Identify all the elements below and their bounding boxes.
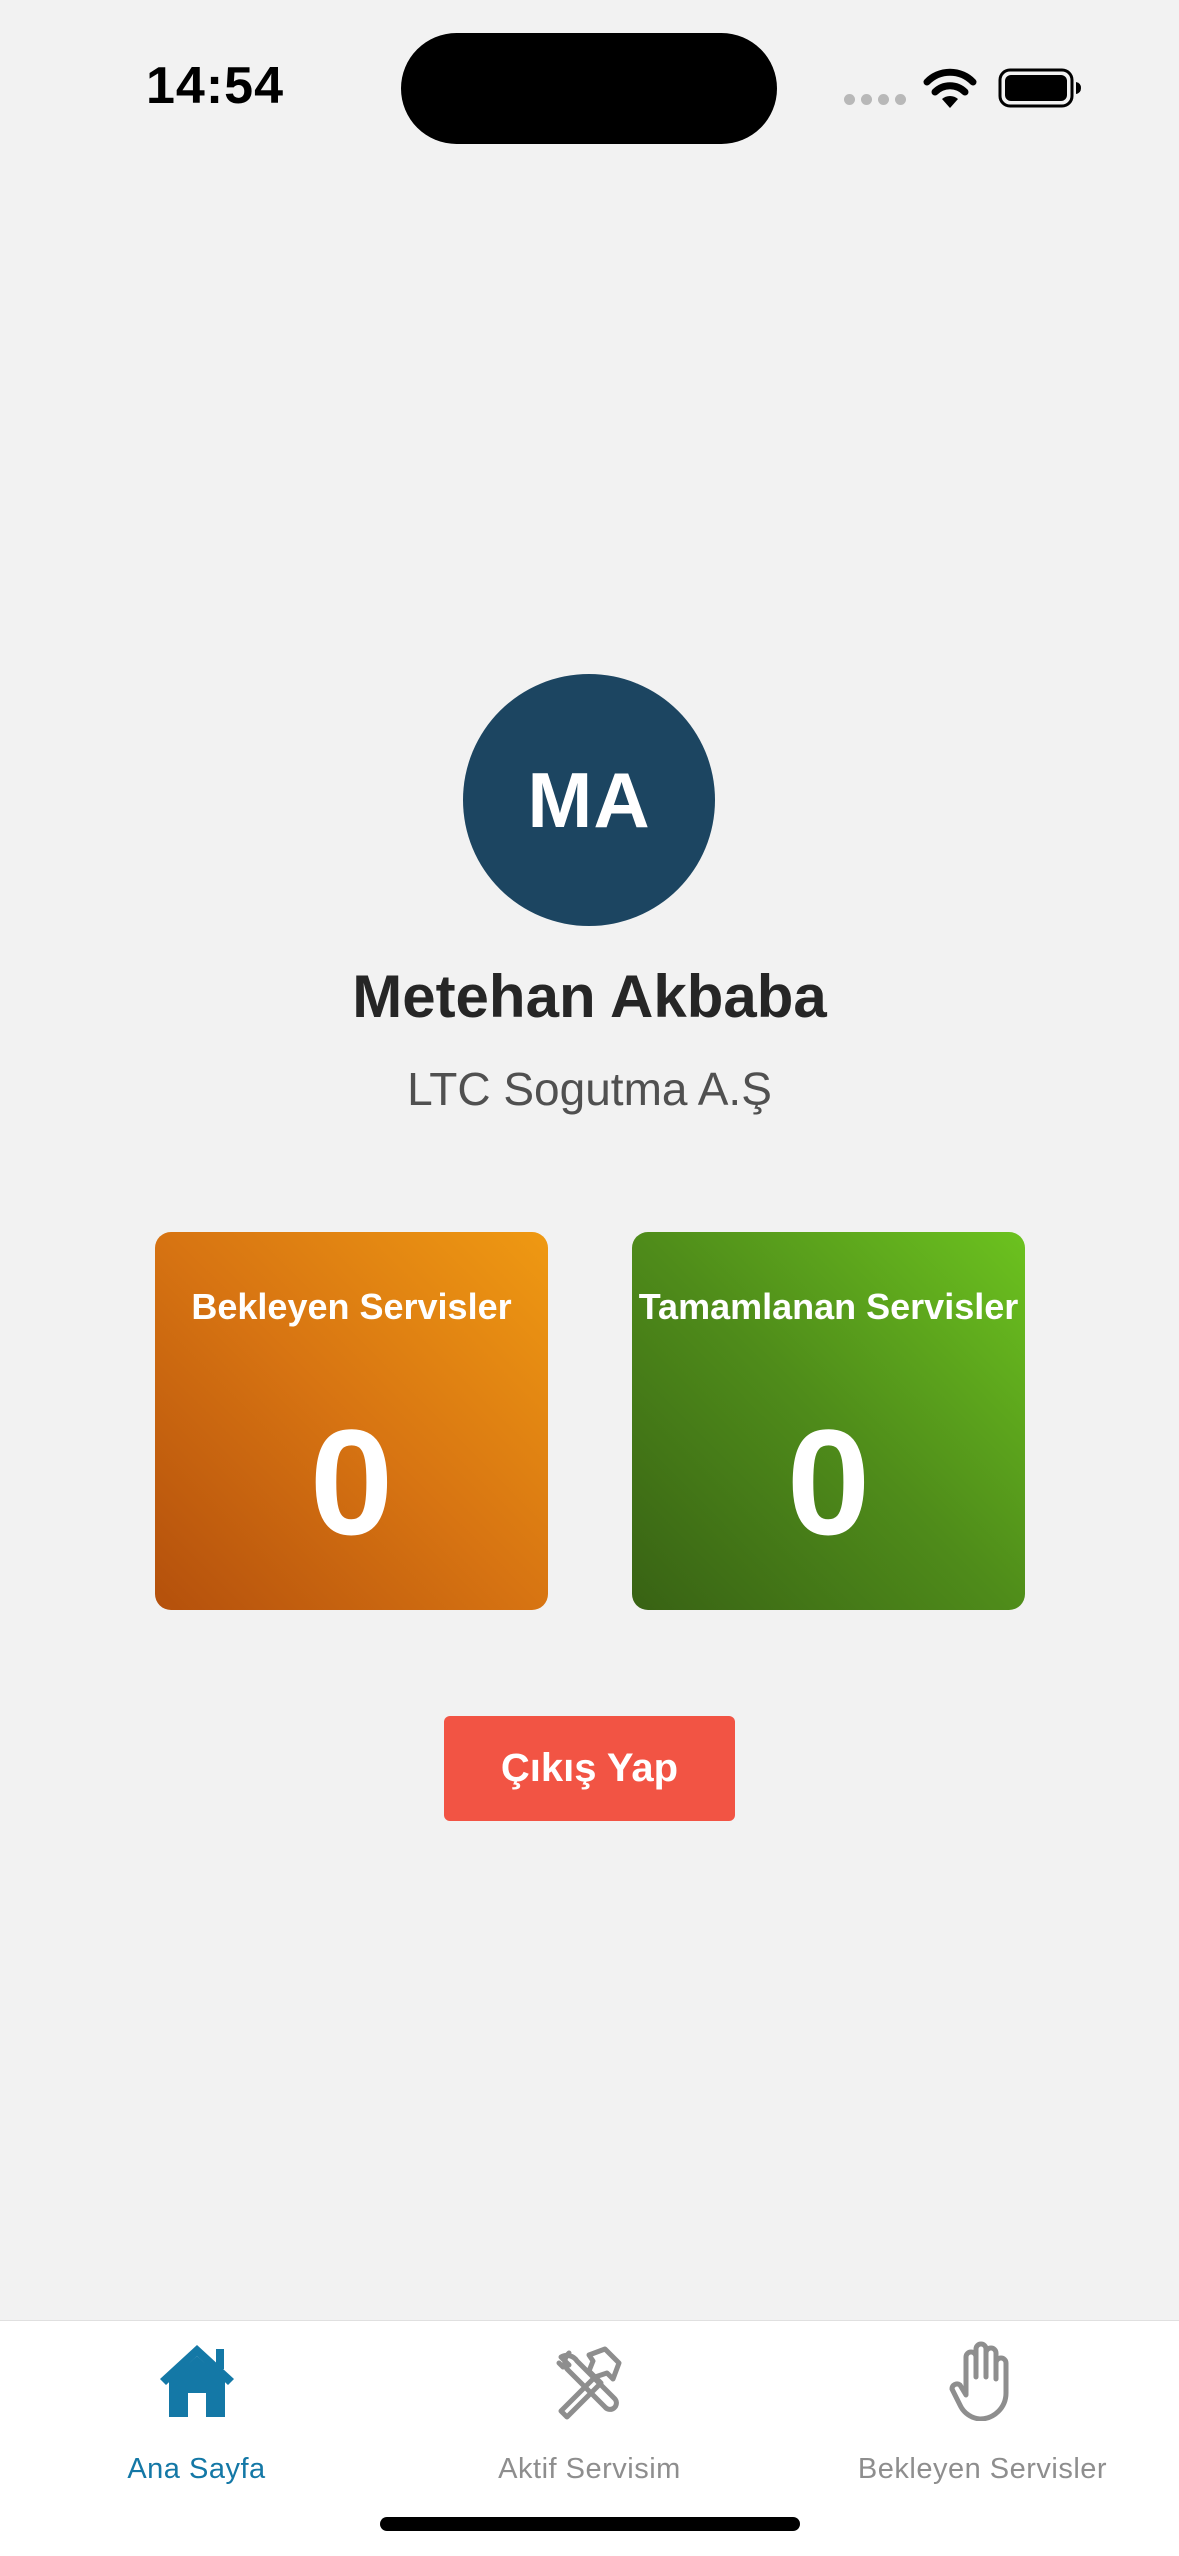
pending-services-count: 0 bbox=[309, 1398, 394, 1566]
avatar-initials: MA bbox=[527, 755, 651, 844]
status-bar: 14:54 bbox=[0, 0, 1179, 170]
company-name: LTC Sogutma A.Ş bbox=[407, 1063, 772, 1115]
dynamic-island bbox=[401, 33, 777, 144]
logout-button[interactable]: Çıkış Yap bbox=[444, 1716, 735, 1821]
tab-pending-services[interactable]: Bekleyen Servisler bbox=[786, 2339, 1179, 2489]
pending-services-card[interactable]: Bekleyen Servisler 0 bbox=[155, 1232, 548, 1610]
completed-services-label: Tamamlanan Servisler bbox=[638, 1286, 1019, 1327]
avatar: MA bbox=[463, 674, 715, 926]
tab-home[interactable]: Ana Sayfa bbox=[0, 2339, 393, 2489]
tab-active-service[interactable]: Aktif Servisim bbox=[393, 2339, 786, 2489]
tools-icon bbox=[556, 2346, 622, 2420]
hand-icon bbox=[949, 2341, 1009, 2421]
tab-active-service-label: Aktif Servisim bbox=[498, 2453, 681, 2485]
completed-services-count: 0 bbox=[786, 1398, 871, 1566]
battery-icon bbox=[998, 68, 1081, 108]
pending-services-label: Bekleyen Servisler bbox=[191, 1286, 512, 1327]
completed-services-card[interactable]: Tamamlanan Servisler 0 bbox=[632, 1232, 1025, 1610]
status-time: 14:54 bbox=[146, 57, 284, 115]
wifi-icon bbox=[923, 68, 977, 108]
cellular-signal-icon bbox=[844, 94, 906, 108]
home-icon bbox=[160, 2345, 234, 2417]
home-indicator bbox=[380, 2517, 800, 2531]
tab-pending-services-label: Bekleyen Servisler bbox=[857, 2453, 1108, 2485]
user-name: Metehan Akbaba bbox=[352, 963, 827, 1030]
tab-home-label: Ana Sayfa bbox=[127, 2453, 266, 2485]
